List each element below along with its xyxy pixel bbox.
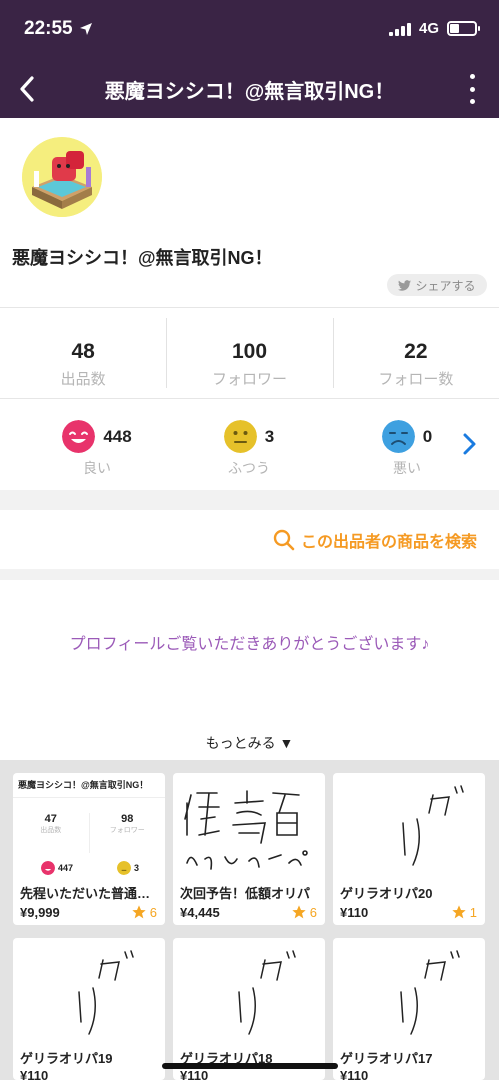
search-icon	[273, 529, 295, 551]
battery-icon	[447, 21, 480, 36]
rating-good-label: 良い	[83, 460, 111, 476]
item-like-count: 6	[149, 904, 157, 920]
section-gap	[0, 569, 499, 580]
status-time: 22:55	[24, 18, 73, 39]
stat-value: 22	[404, 340, 428, 363]
chevron-left-icon	[20, 76, 34, 102]
divider	[0, 398, 499, 399]
profile-bio: プロフィールご覧いただきありがとうございます♪	[69, 636, 430, 653]
thumb-good-count: 447	[58, 863, 74, 873]
item-likes: 6	[131, 904, 157, 920]
home-indicator[interactable]	[162, 1063, 338, 1069]
thumb-stat-value: 98	[121, 813, 134, 825]
thumb-title: 悪魔ヨシシコ！@無言取引NG！	[18, 780, 149, 790]
item-thumbnail: 悪魔ヨシシコ！@無言取引NG！ 47 出品数 98 フォロワー 447 3	[13, 773, 165, 883]
thumb-stat-label: 出品数	[40, 827, 62, 834]
stat-value: 100	[231, 340, 268, 363]
item-card[interactable]: 次回予告！低額オリパ ¥4,445 6	[173, 773, 325, 925]
rating-normal: 3 ふつう	[194, 420, 304, 478]
thumb-stat-value: 47	[44, 813, 57, 825]
item-name: ゲリラオリパ20	[340, 886, 433, 901]
avatar[interactable]	[22, 137, 102, 217]
stat-value: 48	[71, 340, 95, 363]
share-label: シェアする	[415, 278, 476, 293]
item-price: ¥110	[340, 1068, 369, 1080]
rating-good: 448 良い	[42, 420, 152, 478]
item-likes: 6	[291, 904, 317, 920]
profile-username: 悪魔ヨシシコ！@無言取引NG！	[12, 248, 273, 268]
chevron-right-icon[interactable]	[457, 432, 481, 456]
item-card[interactable]: ゲリラオリパ19 ¥110	[13, 938, 165, 1080]
item-like-count: 6	[309, 904, 317, 920]
item-like-count: 1	[469, 904, 477, 920]
smile-face-icon	[41, 861, 55, 875]
item-thumbnail	[78, 950, 134, 1035]
sad-face-icon	[381, 420, 415, 453]
rating-bad-count: 0	[422, 426, 433, 446]
item-price: ¥9,999	[20, 905, 60, 920]
item-name: ゲリラオリパ17	[340, 1051, 433, 1066]
smile-face-icon	[62, 420, 96, 453]
item-price: ¥110	[180, 1068, 209, 1080]
item-thumbnail	[400, 950, 460, 1035]
item-name: 次回予告！低額オリパ	[180, 886, 311, 901]
item-price: ¥110	[20, 1068, 49, 1080]
rating-bad: 0 悪い	[352, 420, 462, 478]
item-card[interactable]: ゲリラオリパ18 ¥110	[173, 938, 325, 1080]
item-price: ¥110	[340, 905, 369, 920]
stat-label: フォロワー	[211, 371, 287, 388]
star-icon	[452, 905, 466, 919]
search-seller-items-link[interactable]: この出品者の商品を検索	[273, 528, 477, 552]
neutral-face-icon	[117, 861, 131, 875]
item-card[interactable]: 悪魔ヨシシコ！@無言取引NG！ 47 出品数 98 フォロワー 447 3 先程…	[13, 773, 165, 925]
rating-normal-label: ふつう	[228, 460, 270, 476]
item-thumbnail	[238, 950, 296, 1035]
page-title: 悪魔ヨシシコ！@無言取引NG！	[104, 81, 395, 103]
item-thumbnail	[184, 790, 308, 870]
twitter-bird-icon	[398, 279, 412, 291]
item-card[interactable]: ゲリラオリパ17 ¥110	[333, 938, 485, 1080]
share-button[interactable]: シェアする	[387, 274, 487, 296]
item-name: 先程いただいた普通評…	[20, 886, 158, 901]
item-likes: 1	[451, 904, 477, 920]
top-bar: 22:55 4G 悪魔ヨシシコ！@無言取引NG！	[0, 0, 499, 118]
search-link-label: この出品者の商品を検索	[300, 534, 477, 551]
rating-bad-label: 悪い	[393, 460, 421, 476]
ratings-row[interactable]: 448 良い 3 ふつう 0 悪い	[0, 414, 499, 484]
stat-label: フォロー数	[378, 371, 454, 388]
item-name: ゲリラオリパ19	[20, 1051, 113, 1066]
divider	[0, 307, 499, 308]
star-icon	[132, 905, 146, 919]
stat-followers[interactable]: 100 フォロワー	[166, 318, 332, 388]
item-thumbnail	[402, 785, 464, 866]
profile-stats: 48 出品数 100 フォロワー 22 フォロー数	[0, 318, 499, 388]
back-button[interactable]	[10, 72, 44, 106]
item-price: ¥4,445	[180, 905, 220, 920]
star-icon	[292, 905, 306, 919]
network-label: 4G	[418, 20, 439, 37]
status-bar: 22:55 4G	[0, 0, 499, 60]
signal-icon	[388, 22, 411, 36]
location-arrow-icon	[79, 23, 92, 35]
more-vertical-icon	[469, 74, 475, 79]
thumb-normal-count: 3	[134, 863, 140, 873]
item-card[interactable]: ゲリラオリパ20 ¥110 1	[333, 773, 485, 925]
show-more-button[interactable]: もっとみる ▼	[0, 733, 499, 753]
rating-normal-count: 3	[264, 426, 275, 446]
section-gap	[0, 490, 499, 510]
nav-bar: 悪魔ヨシシコ！@無言取引NG！	[0, 60, 499, 118]
thumb-stat-label: フォロワー	[109, 827, 145, 834]
stat-label: 出品数	[60, 371, 106, 388]
rating-good-count: 448	[103, 426, 132, 446]
avatar-image	[22, 137, 102, 217]
more-options-button[interactable]	[467, 74, 477, 104]
stat-following[interactable]: 22 フォロー数	[332, 318, 499, 388]
neutral-face-icon	[223, 420, 257, 453]
stat-listings[interactable]: 48 出品数	[0, 318, 166, 388]
